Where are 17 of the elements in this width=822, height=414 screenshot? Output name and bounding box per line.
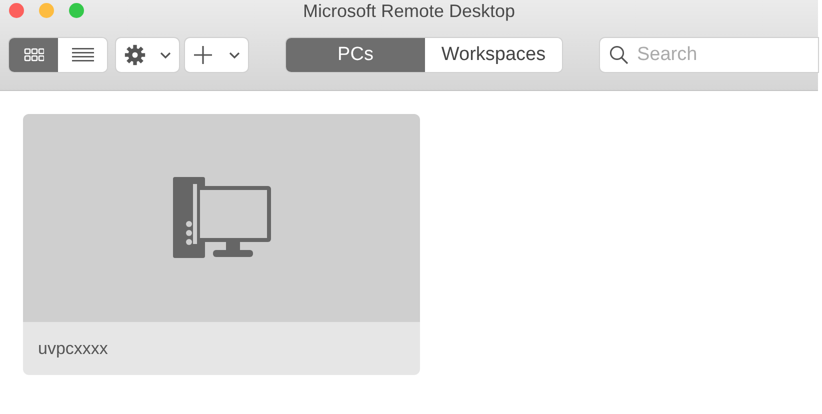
- tab[interactable]: PCs: [286, 38, 425, 72]
- settings-icon: [124, 44, 146, 66]
- computer-icon: [172, 177, 270, 259]
- menu-button[interactable]: [185, 38, 248, 72]
- grid-icon: [24, 48, 44, 62]
- search-field[interactable]: Search: [600, 38, 818, 72]
- chevron-down-icon: [160, 52, 171, 58]
- pc-name: uvpcxxxx: [38, 338, 108, 360]
- list-icon: [72, 47, 94, 63]
- menu-button[interactable]: [116, 38, 179, 72]
- plus-icon: [193, 45, 213, 65]
- chevron-down-icon: [229, 52, 240, 58]
- window-title: Microsoft Remote Desktop: [302, 0, 516, 22]
- view-toggle[interactable]: [9, 38, 58, 72]
- window-control[interactable]: [9, 3, 24, 18]
- pc-card[interactable]: uvpcxxxx: [23, 114, 420, 375]
- search-icon: [609, 45, 629, 65]
